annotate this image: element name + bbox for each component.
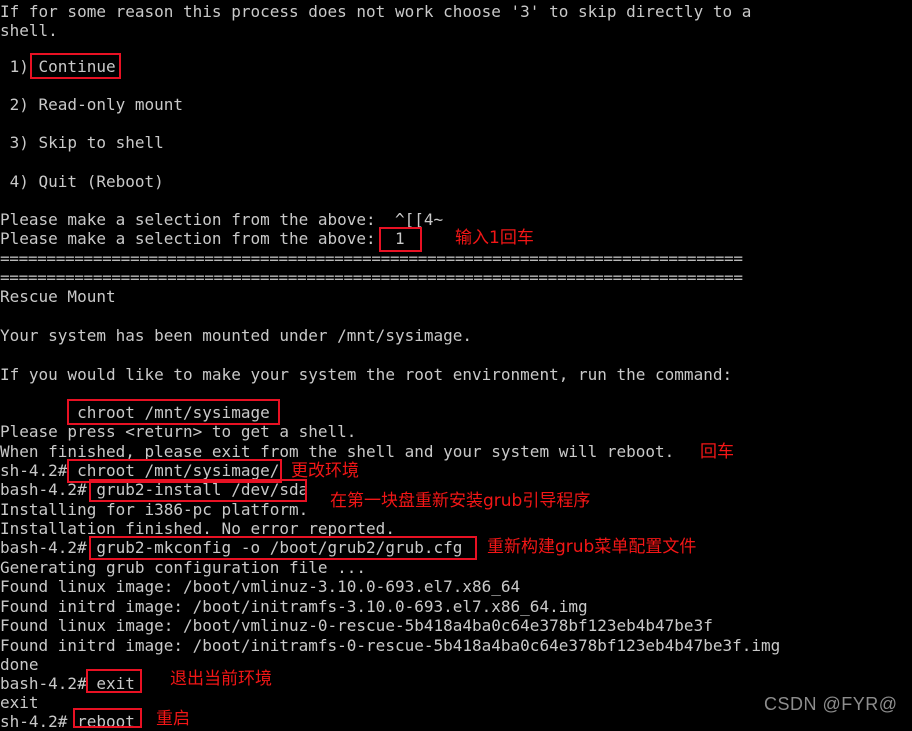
terminal-line: exit: [0, 693, 39, 712]
terminal-line: Please make a selection from the above: …: [0, 229, 405, 248]
an-exit: 退出当前环境: [170, 669, 272, 689]
terminal-line: 3) Skip to shell: [0, 133, 164, 152]
an-chgenv: 更改环境: [291, 461, 359, 481]
csdn-watermark: CSDN @FYR@: [764, 694, 898, 714]
terminal-line: Please make a selection from the above: …: [0, 210, 444, 229]
terminal-line: If for some reason this process does not…: [0, 2, 752, 21]
terminal-line: Found initrd image: /boot/initramfs-3.10…: [0, 597, 588, 616]
terminal-line: Installing for i386-pc platform.: [0, 500, 309, 519]
terminal-line: Rescue Mount: [0, 287, 116, 306]
terminal-line: Found initrd image: /boot/initramfs-0-re…: [0, 636, 781, 655]
an-grubinst: 在第一块盘重新安装grub引导程序: [330, 491, 591, 511]
terminal-line: Installation finished. No error reported…: [0, 519, 395, 538]
terminal-line: chroot /mnt/sysimage: [0, 403, 270, 422]
terminal-line: Generating grub configuration file ...: [0, 558, 367, 577]
an-return: 回车: [700, 442, 734, 462]
separator-rule: ========================================…: [0, 268, 743, 287]
an-mkcfg: 重新构建grub菜单配置文件: [487, 537, 697, 557]
terminal-line: bash-4.2# grub2-install /dev/sda: [0, 480, 309, 499]
terminal-screen[interactable]: If for some reason this process does not…: [0, 0, 912, 731]
terminal-line: sh-4.2# chroot /mnt/sysimage/: [0, 461, 280, 480]
terminal-line: bash-4.2# grub2-mkconfig -o /boot/grub2/…: [0, 538, 463, 557]
terminal-line: Your system has been mounted under /mnt/…: [0, 326, 473, 345]
terminal-line: Please press <return> to get a shell.: [0, 422, 357, 441]
terminal-line: shell.: [0, 21, 58, 40]
terminal-line: done: [0, 655, 39, 674]
terminal-line: Found linux image: /boot/vmlinuz-3.10.0-…: [0, 577, 521, 596]
separator-rule: ========================================…: [0, 249, 743, 268]
terminal-line: If you would like to make your system th…: [0, 365, 733, 384]
an-enter1: 输入1回车: [455, 228, 534, 248]
terminal-line: sh-4.2# reboot: [0, 712, 135, 731]
an-reboot: 重启: [156, 709, 190, 729]
terminal-line: 1) Continue: [0, 57, 116, 76]
terminal-line: bash-4.2# exit: [0, 674, 135, 693]
terminal-line: 2) Read-only mount: [0, 95, 184, 114]
terminal-line: 4) Quit (Reboot): [0, 172, 164, 191]
terminal-line: When finished, please exit from the shel…: [0, 442, 675, 461]
terminal-line: Found linux image: /boot/vmlinuz-0-rescu…: [0, 616, 713, 635]
